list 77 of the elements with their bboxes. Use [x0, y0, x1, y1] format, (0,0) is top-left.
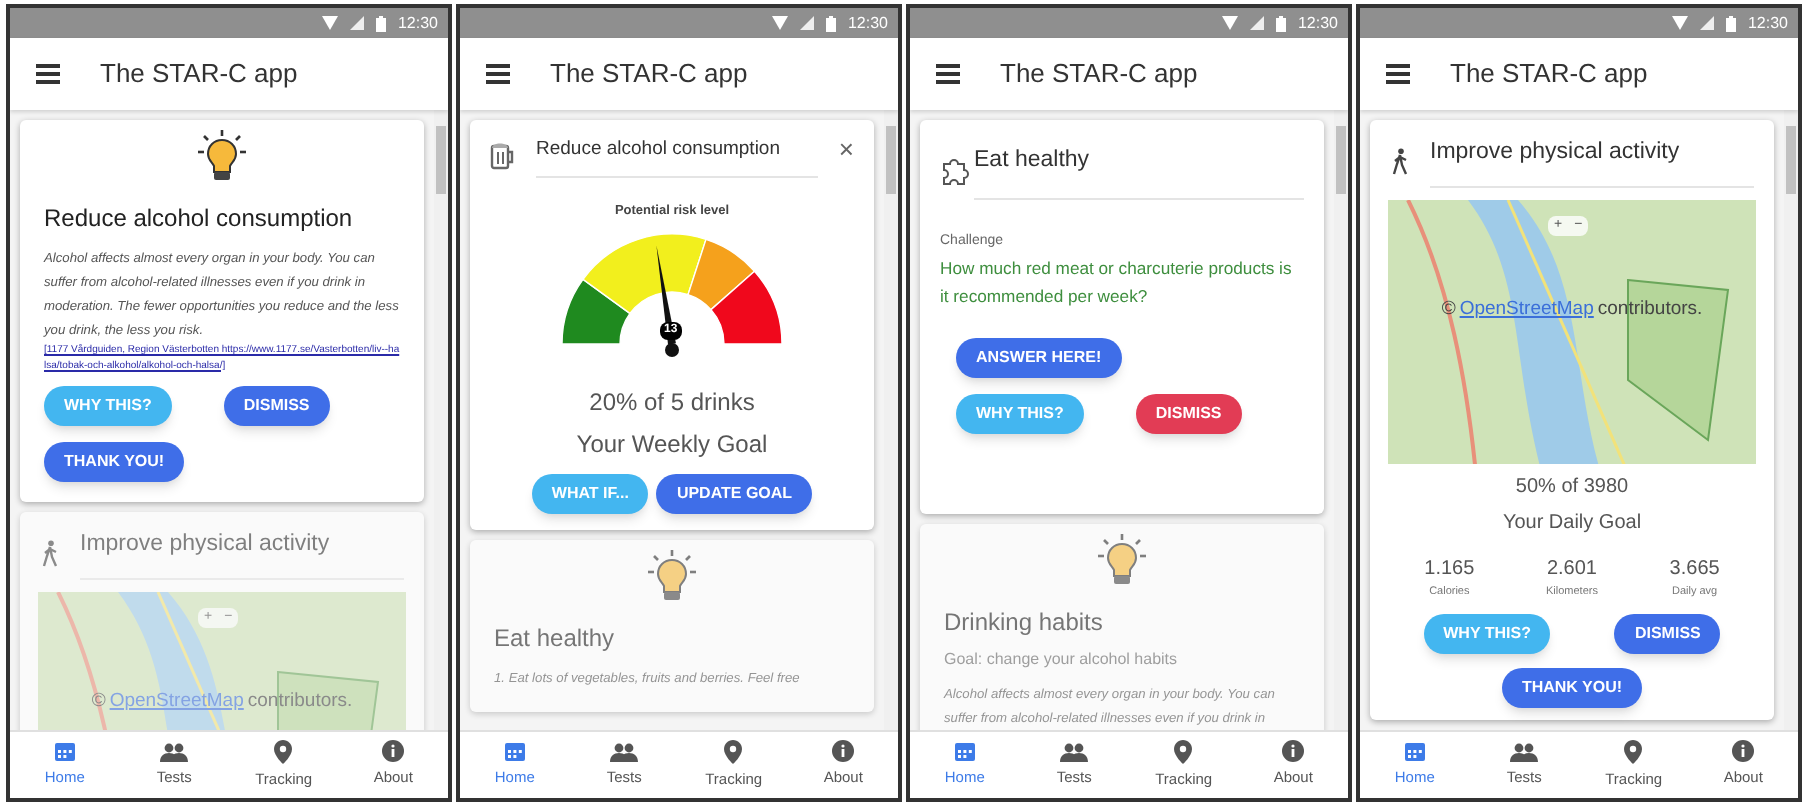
progress-text: 50% of 3980 — [1513, 474, 1631, 503]
wifi-icon — [1221, 16, 1238, 30]
menu-icon[interactable] — [936, 64, 960, 84]
card-title: Eat healthy — [974, 140, 1304, 201]
menu-icon[interactable] — [486, 64, 510, 84]
action-button[interactable]: ANSWER HERE! — [956, 337, 1122, 378]
info-icon — [1282, 740, 1305, 763]
signal-icon — [349, 16, 364, 30]
stat-value: 2.601 — [1546, 556, 1597, 585]
app-title: The STAR-C app — [550, 56, 748, 93]
wifi-icon — [321, 16, 338, 30]
card-title: Reduce alcohol consumption — [44, 202, 355, 236]
challenge-question: How much red meat or charcuterie products is it recommended per week? — [940, 255, 1294, 310]
card-title: Reduce alcohol consumption — [536, 132, 819, 179]
calendar-icon — [503, 740, 526, 763]
attribution-text: © — [91, 688, 106, 717]
card-title: Improve physical activity — [1430, 136, 1754, 189]
puzzle-piece-icon — [940, 155, 970, 186]
card-title: Drinking habits — [944, 605, 1105, 640]
status-time: 12:30 — [1747, 11, 1788, 35]
card-title: Eat healthy — [494, 622, 617, 656]
action-button[interactable]: DISMISS — [1614, 613, 1721, 653]
info-icon — [382, 740, 405, 763]
people-icon — [610, 741, 639, 762]
people-icon — [1060, 741, 1089, 762]
status-time: 12:30 — [847, 11, 888, 35]
status-time: 12:30 — [397, 11, 438, 35]
goal-text: Your Weekly Goal — [574, 428, 770, 462]
action-button[interactable]: UPDATE GOAL — [656, 474, 813, 514]
close-button[interactable]: × — [838, 136, 854, 175]
attribution-text: contributors. — [247, 688, 353, 717]
location-pin-icon — [724, 739, 743, 764]
action-button[interactable]: THANK YOU! — [44, 442, 185, 482]
calendar-icon — [953, 740, 976, 763]
action-button[interactable]: DISMISS — [1135, 393, 1242, 434]
app-title: The STAR-C app — [1450, 56, 1648, 93]
attribution-text: © — [1441, 296, 1456, 325]
location-pin-icon — [274, 739, 293, 764]
status-time: 12:30 — [1297, 11, 1338, 35]
people-icon — [160, 741, 189, 762]
goal-text: Your Daily Goal — [1500, 510, 1644, 539]
app-title: The STAR-C app — [1000, 56, 1198, 93]
beer-mug-icon — [490, 140, 516, 171]
battery-icon — [825, 15, 836, 31]
calendar-icon — [53, 740, 76, 763]
app-title: The STAR-C app — [100, 56, 298, 93]
action-button[interactable]: DISMISS — [223, 386, 330, 426]
people-icon — [1510, 741, 1539, 762]
progress-text: 20% of 5 drinks — [587, 386, 757, 420]
signal-icon — [1249, 16, 1264, 30]
card-subtitle: Goal: change your alcohol habits — [944, 647, 1180, 672]
calendar-icon — [1403, 740, 1426, 763]
walking-person-icon — [40, 540, 60, 569]
card-title: Improve physical activity — [80, 528, 404, 581]
battery-icon — [1275, 15, 1286, 31]
action-button[interactable]: WHY THIS? — [1423, 613, 1551, 653]
walking-person-icon — [1390, 148, 1410, 177]
stat-value: 1.165 — [1424, 556, 1475, 585]
openstreetmap-link[interactable]: OpenStreetMap — [1459, 296, 1594, 325]
action-button[interactable]: WHY THIS? — [956, 393, 1084, 434]
battery-icon — [375, 15, 386, 31]
signal-icon — [1699, 16, 1714, 30]
menu-icon[interactable] — [36, 64, 60, 84]
wifi-icon — [1671, 16, 1688, 30]
info-icon — [832, 740, 855, 763]
stat-value: 3.665 — [1669, 556, 1720, 585]
menu-icon[interactable] — [1386, 64, 1410, 84]
signal-icon — [799, 16, 814, 30]
location-pin-icon — [1624, 739, 1643, 764]
attribution-text: contributors. — [1597, 296, 1703, 325]
info-icon — [1732, 740, 1755, 763]
action-button[interactable]: WHAT IF... — [531, 474, 649, 514]
battery-icon — [1725, 15, 1736, 31]
wifi-icon — [771, 16, 788, 30]
action-button[interactable]: WHY THIS? — [44, 386, 172, 426]
location-pin-icon — [1174, 739, 1193, 764]
action-button[interactable]: THANK YOU! — [1501, 667, 1643, 707]
